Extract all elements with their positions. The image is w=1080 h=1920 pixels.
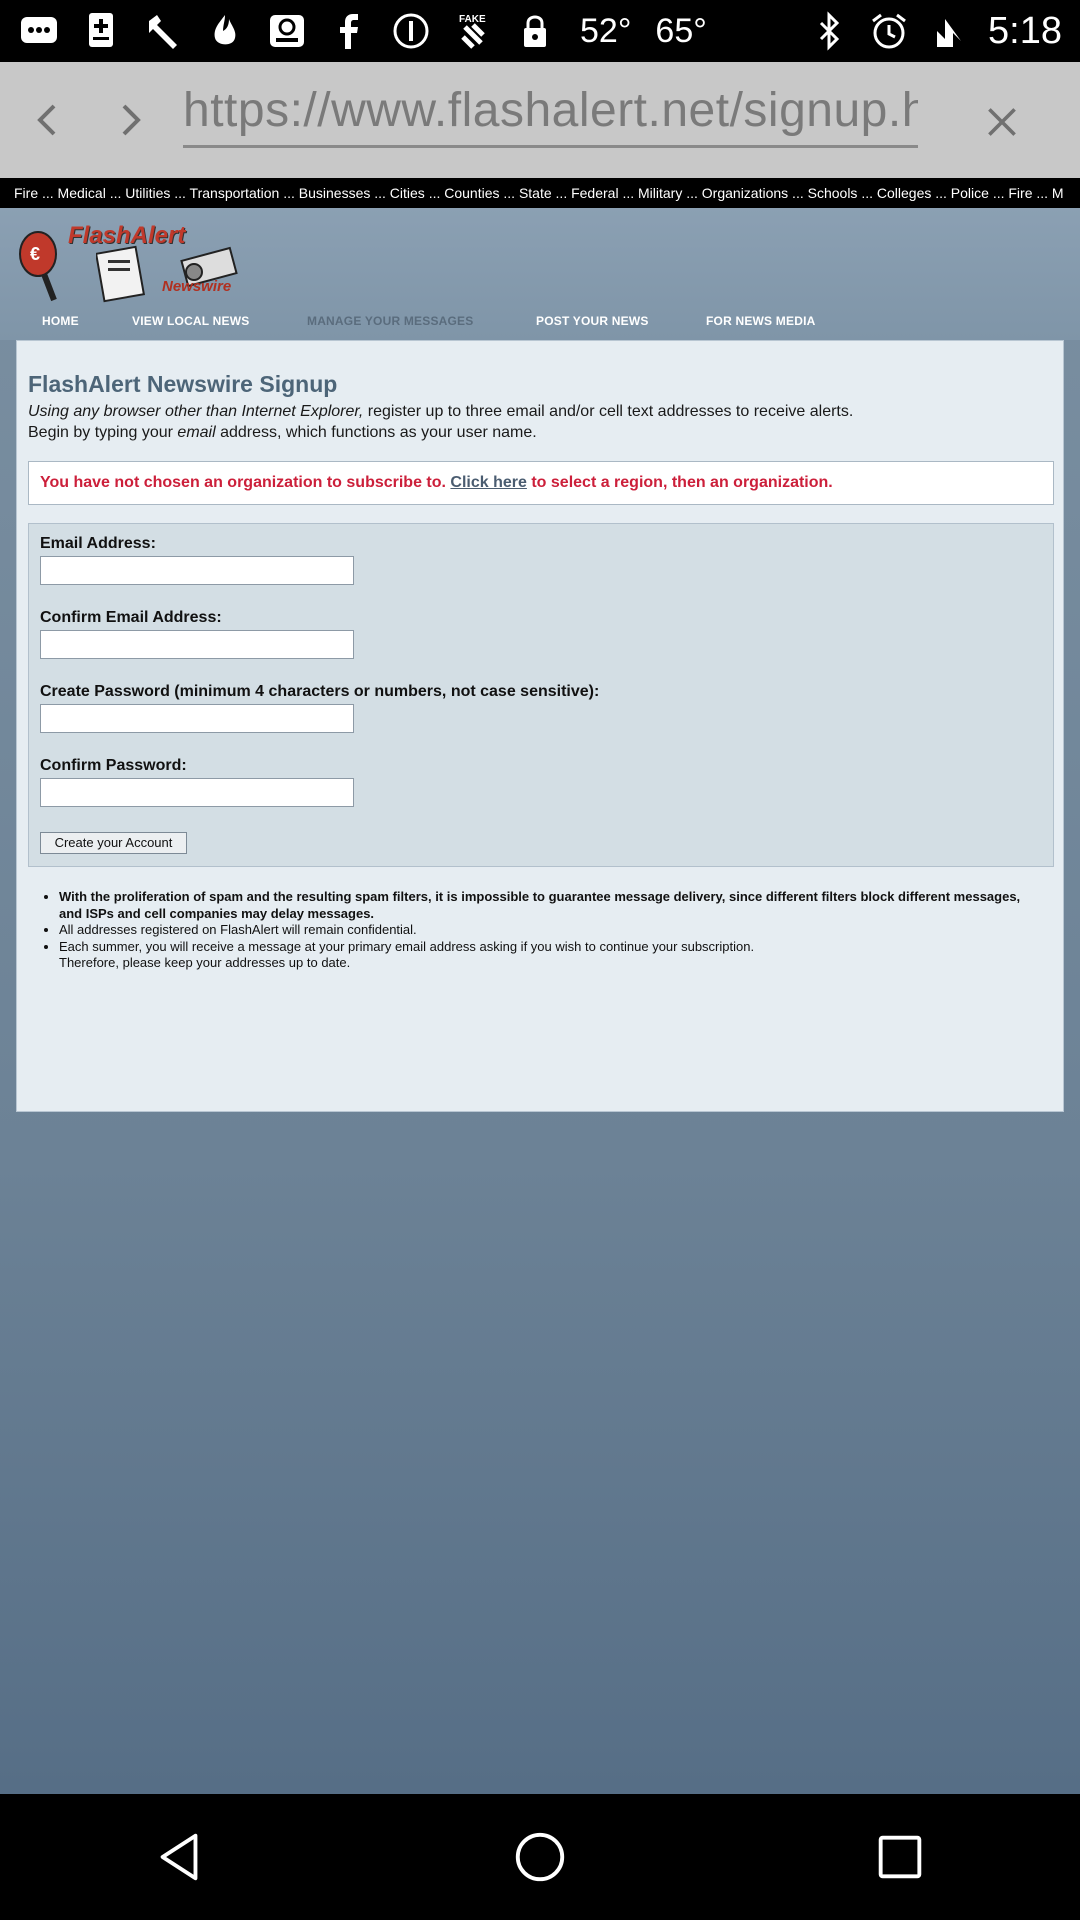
create-account-button[interactable]: Create your Account [40, 832, 187, 854]
category-ticker[interactable]: Fire ... Medical ... Utilities ... Trans… [0, 178, 1080, 208]
notification-icons: FAKE 52° 65° [18, 11, 808, 51]
chevron-right-icon [122, 104, 141, 136]
newspaper-camera-icon [96, 245, 238, 303]
photo-icon [266, 11, 308, 51]
facebook-icon [328, 11, 370, 51]
signup-panel: FlashAlert Newswire Signup Using any bro… [16, 340, 1064, 1112]
password-field[interactable] [40, 704, 354, 733]
alarm-icon [868, 11, 910, 51]
note-summer-a: Each summer, you will receive a message … [59, 938, 755, 954]
system-navigation-bar [0, 1794, 1080, 1920]
note-summer-b: Therefore, please keep your addresses up… [59, 955, 351, 970]
flame-icon [204, 11, 246, 51]
svg-text:€: € [30, 244, 40, 264]
note-summer: Each summer, you will receive a message … [59, 939, 1039, 972]
nav-home[interactable]: HOME [42, 314, 79, 328]
svg-text:FAKE: FAKE [459, 14, 486, 25]
confirm-password-label: Confirm Password: [40, 757, 187, 774]
intro-line2-em: email [177, 424, 216, 441]
browser-toolbar: https://www.flashalert.net/signup.html [0, 62, 1080, 178]
chevron-left-icon [37, 104, 56, 136]
nav-for-news-media[interactable]: FOR NEWS MEDIA [706, 314, 815, 328]
url-bar[interactable]: https://www.flashalert.net/signup.html [183, 78, 918, 148]
close-button[interactable] [970, 90, 1034, 154]
note-spam: With the proliferation of spam and the r… [59, 889, 1039, 922]
organization-notice: You have not chosen an organization to s… [28, 461, 1054, 505]
password-label: Create Password (minimum 4 characters or… [40, 683, 600, 700]
intro-line2-b: address, which functions as your user na… [215, 424, 537, 441]
intro-italic: Using any browser other than Internet Ex… [28, 403, 364, 420]
confirm-password-field[interactable] [40, 778, 354, 807]
page-title: FlashAlert Newswire Signup [28, 371, 338, 397]
intro-line2-a: Begin by typing your [28, 424, 178, 441]
square-recents-icon [878, 1835, 922, 1879]
email-label: Email Address: [40, 535, 156, 552]
nav-recents-button[interactable] [840, 1797, 960, 1917]
status-bar: FAKE 52° 65° 5:18 [0, 0, 1080, 62]
email-field[interactable] [40, 556, 354, 585]
web-view: € FlashAlert Newswire HOME VIEW LOCAL NE… [0, 208, 1080, 1794]
lock-icon [514, 11, 556, 51]
clock: 5:18 [988, 9, 1062, 52]
nav-back-button[interactable] [120, 1797, 240, 1917]
site-nav: HOME VIEW LOCAL NEWS MANAGE YOUR MESSAGE… [0, 314, 1080, 338]
temperature-2: 65° [655, 11, 707, 50]
logo-title: FlashAlert [68, 222, 186, 249]
nav-post-your-news[interactable]: POST YOUR NEWS [536, 314, 649, 328]
note-confidential: All addresses registered on FlashAlert w… [59, 922, 1039, 939]
nav-manage-your-messages[interactable]: MANAGE YOUR MESSAGES [307, 314, 473, 328]
triangle-back-icon [160, 1833, 198, 1881]
intro-rest: register up to three email and/or cell t… [363, 403, 854, 420]
bluetooth-icon [808, 11, 850, 51]
signal-icon [928, 11, 970, 51]
circle-home-icon [515, 1832, 565, 1882]
intro-text: Using any browser other than Internet Ex… [28, 401, 853, 443]
url-text: https://www.flashalert.net/signup.html [183, 84, 918, 137]
plus-card-icon [80, 11, 122, 51]
notes-list: With the proliferation of spam and the r… [59, 889, 1039, 972]
temperature-1: 52° [580, 11, 632, 50]
confirm-email-field[interactable] [40, 630, 354, 659]
notice-text-b: to select a region, then an organization… [526, 474, 833, 491]
wrench-icon [142, 11, 184, 51]
forward-button[interactable] [88, 62, 172, 178]
info-icon [390, 11, 432, 51]
close-icon [988, 108, 1016, 136]
logo-subtitle: Newswire [162, 278, 232, 295]
nav-home-button[interactable] [480, 1797, 600, 1917]
fake-gps-icon: FAKE [452, 11, 494, 51]
system-icons: 5:18 [808, 10, 1062, 53]
nav-view-local-news[interactable]: VIEW LOCAL NEWS [132, 314, 249, 328]
notice-text-a: You have not chosen an organization to s… [40, 474, 451, 491]
click-here-link[interactable]: Click here [450, 474, 526, 491]
signup-form: Email Address: Confirm Email Address: Cr… [28, 523, 1054, 867]
flashalert-logo[interactable]: € FlashAlert Newswire [14, 218, 264, 306]
confirm-email-label: Confirm Email Address: [40, 609, 222, 626]
chat-bubble-icon [18, 11, 60, 51]
site-header: € FlashAlert Newswire HOME VIEW LOCAL NE… [0, 208, 1080, 340]
microphone-icon: € [19, 231, 57, 302]
back-button[interactable] [6, 62, 90, 178]
